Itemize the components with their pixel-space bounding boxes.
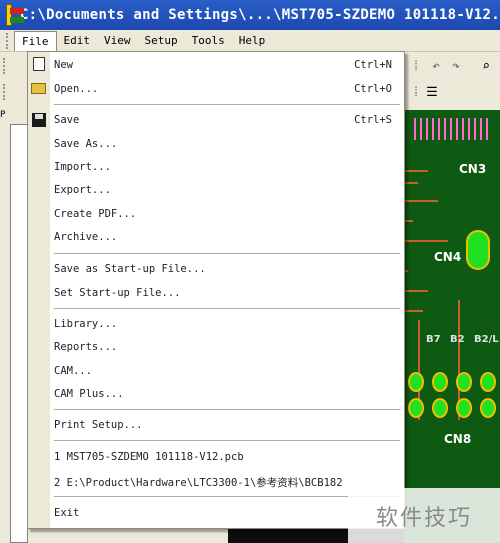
toolbar-icon[interactable]: ⁞ xyxy=(407,58,425,76)
project-panel-area[interactable] xyxy=(10,124,28,543)
menu-separator xyxy=(54,308,400,309)
menu-item-save-startup[interactable]: Save as Start-up File... xyxy=(28,259,404,279)
redo-icon[interactable]: ↷ xyxy=(447,58,465,76)
silk-stripe xyxy=(468,118,470,140)
menu-item-set-startup[interactable]: Set Start-up File... xyxy=(28,283,404,303)
silk-stripe xyxy=(432,118,434,140)
menu-item-import[interactable]: Import... xyxy=(28,157,404,177)
menu-edit[interactable]: Edit xyxy=(57,31,98,51)
pcb-pad xyxy=(456,398,472,418)
menu-help[interactable]: Help xyxy=(232,31,273,51)
pcb-pad xyxy=(456,372,472,392)
silk-stripe xyxy=(456,118,458,140)
menu-bar: File Edit View Setup Tools Help xyxy=(0,30,500,52)
menu-item-label: Save xyxy=(54,114,80,126)
title-bar: C:\Documents and Settings\...\MST705-SZD… xyxy=(0,0,500,30)
silk-stripe xyxy=(486,118,488,140)
pcb-pad xyxy=(432,372,448,392)
menu-tools[interactable]: Tools xyxy=(185,31,232,51)
menu-item-label: Reports... xyxy=(54,341,118,353)
new-file-icon xyxy=(33,57,45,71)
menu-item-label: Archive... xyxy=(54,231,118,243)
menubar-grip[interactable] xyxy=(6,32,10,49)
pcb-label-cn3: CN3 xyxy=(459,162,487,176)
silk-stripe xyxy=(474,118,476,140)
zoom-icon[interactable]: ⌕ xyxy=(477,58,495,76)
menu-separator xyxy=(54,104,400,105)
menu-item-export[interactable]: Export... xyxy=(28,180,404,200)
menu-view[interactable]: View xyxy=(97,31,138,51)
silk-stripe xyxy=(450,118,452,140)
menu-item-shortcut: Ctrl+O xyxy=(354,83,392,95)
watermark: 软件技巧 xyxy=(348,488,500,543)
pcb-silk-label: B2/L xyxy=(474,334,499,345)
menu-file[interactable]: File xyxy=(14,30,57,51)
pcb-silk-label: B2 xyxy=(450,334,465,345)
menu-item-label: Export... xyxy=(54,184,111,196)
menu-item-archive[interactable]: Archive... xyxy=(28,227,404,247)
menu-item-label: Save As... xyxy=(54,138,118,150)
toolbar-right: ⁞ ↶ ↷ ⌕ ⁞ ☰ xyxy=(405,52,500,110)
menu-item-library[interactable]: Library... xyxy=(28,314,404,334)
menu-item-open[interactable]: Open... Ctrl+O xyxy=(28,79,404,99)
menu-separator xyxy=(54,409,400,410)
pcb-pad xyxy=(480,398,496,418)
undo-icon[interactable]: ↶ xyxy=(427,58,445,76)
pcb-pad xyxy=(408,398,424,418)
menu-item-label: Library... xyxy=(54,318,118,330)
silk-stripe xyxy=(426,118,428,140)
toolbar-grip[interactable] xyxy=(3,84,6,100)
menu-item-label: CAM Plus... xyxy=(54,388,124,400)
save-disk-icon xyxy=(32,113,46,127)
menu-item-recent-1[interactable]: 1 MST705-SZDEMO 101118-V12.pcb xyxy=(28,447,404,467)
silk-stripe xyxy=(444,118,446,140)
menu-item-cam-plus[interactable]: CAM Plus... xyxy=(28,384,404,404)
menu-item-label: 2 E:\Product\Hardware\LTC3300-1\参考资料\BCB… xyxy=(54,477,343,489)
toolbar-grip[interactable] xyxy=(3,58,6,74)
menu-setup[interactable]: Setup xyxy=(138,31,185,51)
menu-item-save-as[interactable]: Save As... xyxy=(28,134,404,154)
menu-item-label: Create PDF... xyxy=(54,208,137,220)
pcb-label-cn8: CN8 xyxy=(444,432,472,446)
menu-item-label: Import... xyxy=(54,161,111,173)
silk-stripe xyxy=(414,118,416,140)
menu-item-shortcut: Ctrl+N xyxy=(354,59,392,71)
toolbar-dock-left xyxy=(0,52,10,543)
menu-item-label: CAM... xyxy=(54,365,92,377)
open-folder-icon xyxy=(31,83,46,94)
panel-tab-label[interactable]: P xyxy=(0,110,10,124)
pcb-pad xyxy=(432,398,448,418)
pcb-pad xyxy=(466,230,490,270)
menu-item-label: Print Setup... xyxy=(54,419,143,431)
silk-stripe xyxy=(438,118,440,140)
menu-item-label: Exit xyxy=(54,507,80,519)
silk-stripe xyxy=(462,118,464,140)
list-icon[interactable]: ☰ xyxy=(423,84,441,102)
silk-stripe xyxy=(480,118,482,140)
pcb-label-cn4: CN4 xyxy=(434,250,462,264)
pcb-silk-label: B7 xyxy=(426,334,441,345)
menu-item-print-setup[interactable]: Print Setup... xyxy=(28,415,404,435)
pcb-pad xyxy=(480,372,496,392)
menu-item-shortcut: Ctrl+S xyxy=(354,114,392,126)
project-panel xyxy=(10,110,28,543)
menu-item-label: 1 MST705-SZDEMO 101118-V12.pcb xyxy=(54,451,244,463)
menu-separator xyxy=(54,253,400,254)
window-title: C:\Documents and Settings\...\MST705-SZD… xyxy=(19,7,500,23)
menu-item-reports[interactable]: Reports... xyxy=(28,337,404,357)
pads-app-icon[interactable] xyxy=(6,4,24,26)
file-menu-dropdown: New Ctrl+N Open... Ctrl+O Save Ctrl+S Sa… xyxy=(27,51,405,529)
menu-item-label: Save as Start-up File... xyxy=(54,263,206,275)
menu-item-create-pdf[interactable]: Create PDF... xyxy=(28,204,404,224)
menu-separator xyxy=(54,440,400,441)
menu-item-new[interactable]: New Ctrl+N xyxy=(28,55,404,75)
menu-item-label: New xyxy=(54,59,73,71)
pcb-pad xyxy=(408,372,424,392)
silk-stripe xyxy=(420,118,422,140)
menu-item-label: Open... xyxy=(54,83,99,95)
menu-item-label: Set Start-up File... xyxy=(54,287,181,299)
menu-item-cam[interactable]: CAM... xyxy=(28,361,404,381)
menu-item-save[interactable]: Save Ctrl+S xyxy=(28,110,404,130)
